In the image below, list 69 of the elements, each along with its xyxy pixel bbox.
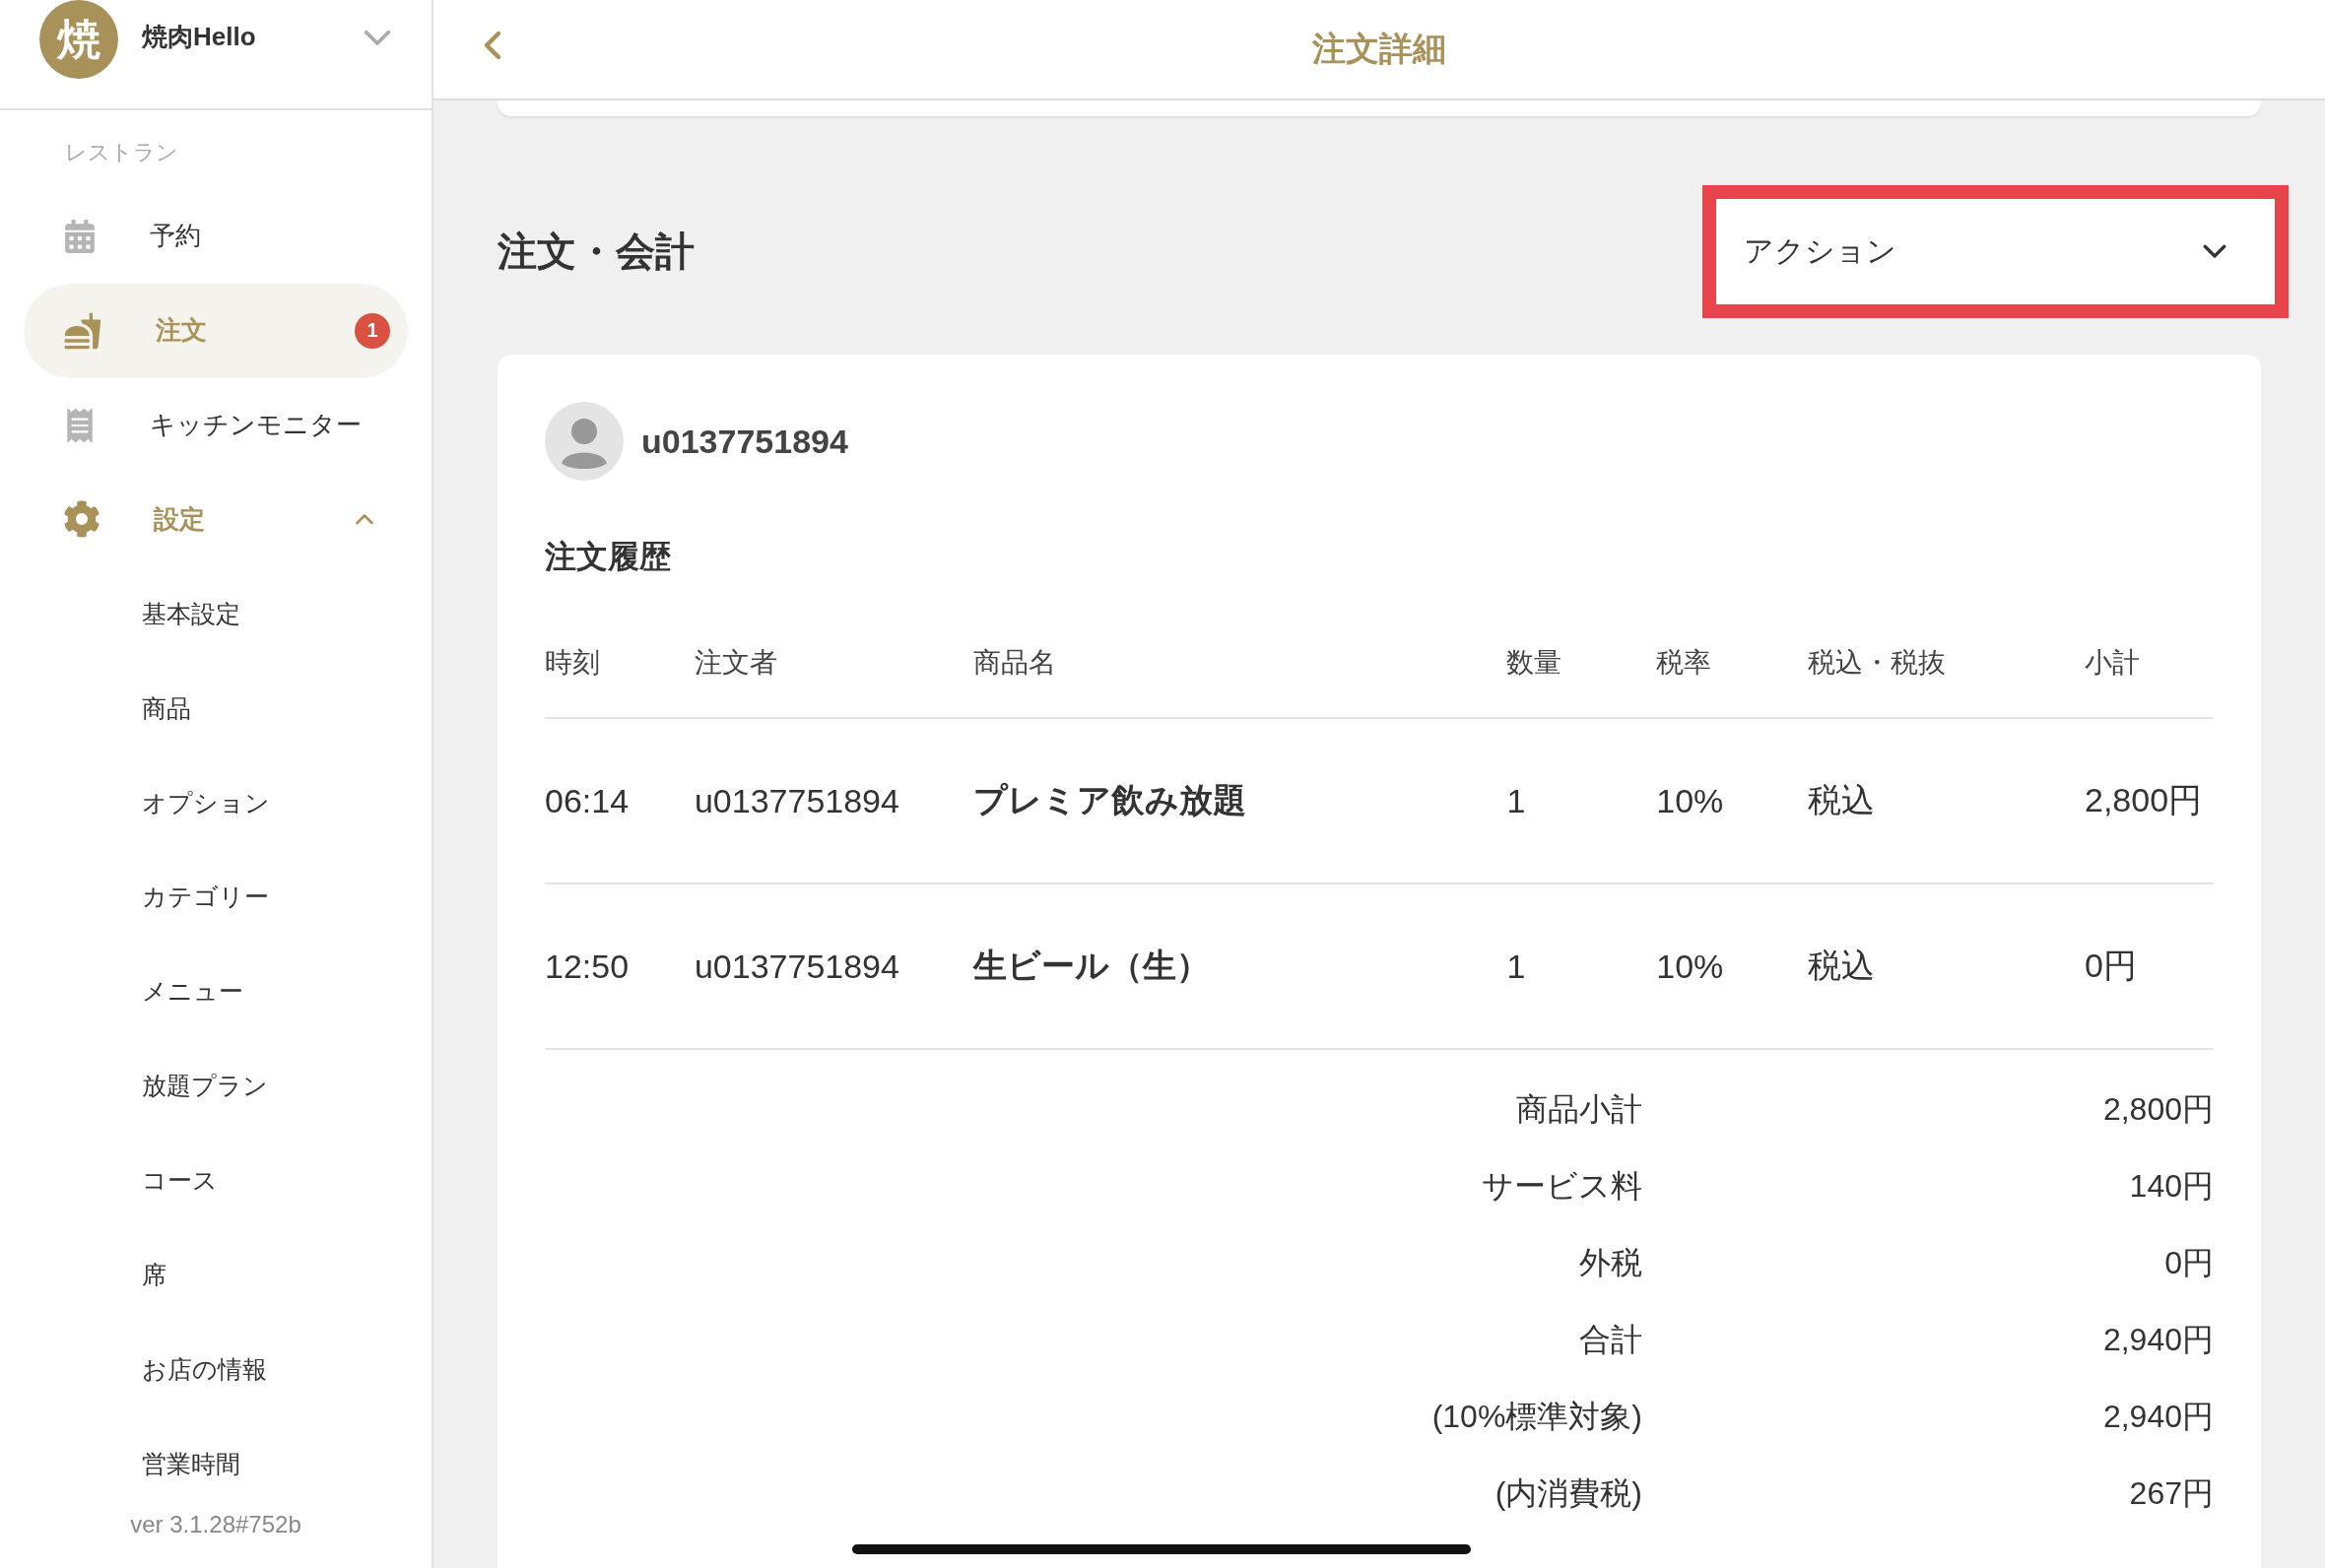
- person-avatar-icon: [545, 402, 624, 481]
- history-title: 注文履歴: [545, 538, 672, 576]
- table-cell: 12:50: [545, 883, 695, 1049]
- chevron-down-icon: [2202, 242, 2227, 260]
- table-cell: 10%: [1656, 718, 1809, 883]
- nav-label: 予約: [150, 220, 202, 253]
- column-header: 税率: [1656, 609, 1809, 718]
- submenu-item[interactable]: 商品: [0, 661, 432, 756]
- nav-item[interactable]: キッチンモニター: [24, 377, 408, 473]
- submenu-item[interactable]: 席: [0, 1227, 432, 1323]
- notification-badge: 1: [355, 312, 390, 349]
- chevron-left-icon: [483, 30, 502, 61]
- submenu-item[interactable]: コース: [0, 1133, 432, 1228]
- version-text: ver 3.1.28#752b: [130, 1511, 301, 1538]
- brand-name: 焼肉Hello: [142, 21, 257, 54]
- submenu-item[interactable]: オプション: [0, 755, 432, 850]
- total-value: 140円: [2128, 1167, 2214, 1206]
- column-header: 数量: [1506, 609, 1657, 718]
- table-cell: 生ビール（生）: [972, 883, 1507, 1049]
- total-value: 0円: [2163, 1244, 2214, 1282]
- total-value: 2,940円: [2101, 1321, 2214, 1359]
- section-label: レストラン: [64, 138, 179, 166]
- chevron-up-icon: [355, 513, 374, 526]
- table-cell: プレミア飲み放題: [972, 718, 1507, 883]
- column-header: 小計: [2085, 609, 2214, 718]
- table-cell: 1: [1506, 883, 1657, 1049]
- table-cell: 1: [1506, 718, 1657, 883]
- table-cell: 税込: [1808, 883, 2085, 1049]
- submenu-item[interactable]: 基本設定: [0, 566, 432, 662]
- total-value: 2,800円: [2101, 1090, 2214, 1129]
- submenu-item[interactable]: 営業時間: [0, 1416, 432, 1512]
- total-label: (内消費税): [1495, 1474, 1642, 1513]
- column-header: 時刻: [545, 609, 695, 718]
- table-cell: 06:14: [545, 718, 695, 883]
- back-button[interactable]: [483, 30, 502, 61]
- gear-icon: [63, 500, 100, 539]
- table-cell: 10%: [1656, 883, 1809, 1049]
- customer-name: u0137751894: [641, 422, 848, 461]
- table-cell: 2,800円: [2085, 718, 2214, 883]
- nav-label: 設定: [154, 502, 206, 536]
- nav-item[interactable]: 予約: [24, 188, 408, 284]
- submenu-item[interactable]: お店の情報: [0, 1322, 432, 1417]
- total-label: 商品小計: [1516, 1090, 1642, 1129]
- table-cell: u0137751894: [694, 883, 973, 1049]
- column-header: 税込・税抜: [1808, 609, 2085, 718]
- submenu-item[interactable]: 放題プラン: [0, 1038, 432, 1134]
- calendar-icon: [63, 219, 97, 253]
- nav-label: 注文: [156, 314, 208, 348]
- section-title: 注文・会計: [498, 228, 695, 275]
- table-cell: u0137751894: [694, 718, 973, 883]
- submenu-item[interactable]: メニュー: [0, 944, 432, 1039]
- nav-item[interactable]: 注文 1: [24, 283, 408, 378]
- total-label: サービス料: [1482, 1167, 1642, 1206]
- action-dropdown[interactable]: アクション: [1702, 184, 2289, 318]
- brand-avatar: 焼: [39, 0, 118, 79]
- column-header: 商品名: [972, 609, 1507, 718]
- chevron-down-icon[interactable]: [363, 28, 392, 47]
- submenu-item[interactable]: カテゴリー: [0, 849, 432, 945]
- table-cell: 0円: [2085, 883, 2214, 1049]
- total-label: 合計: [1579, 1321, 1642, 1359]
- page-title: 注文詳細: [1312, 29, 1446, 69]
- drink-burger-icon: [63, 310, 102, 351]
- table-cell: 税込: [1808, 718, 2085, 883]
- total-label: (10%標準対象): [1431, 1398, 1642, 1436]
- column-header: 注文者: [694, 609, 973, 718]
- total-value: 267円: [2128, 1474, 2214, 1513]
- total-value: 2,940円: [2101, 1398, 2214, 1436]
- nav-label: キッチンモニター: [150, 409, 363, 442]
- total-label: 外税: [1579, 1244, 1642, 1282]
